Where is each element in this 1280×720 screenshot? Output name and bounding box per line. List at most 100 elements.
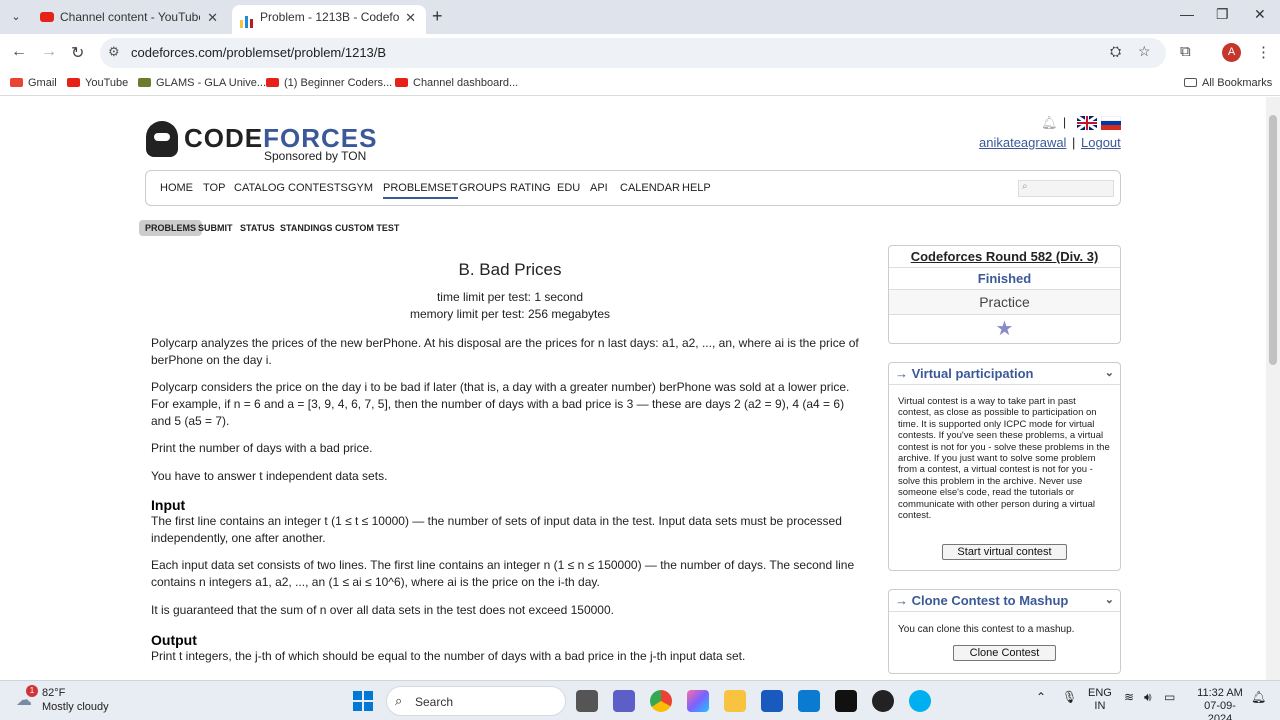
submenu-status[interactable]: STATUS [240, 223, 275, 233]
microphone-icon[interactable]: 🎙︎ [1062, 691, 1077, 704]
clone-contest-button[interactable]: Clone Contest [953, 645, 1056, 661]
forward-icon[interactable]: → [41, 43, 57, 61]
chevron-down-icon[interactable]: ⌄ [1105, 363, 1114, 384]
site-search-input[interactable]: ⌕ [1018, 180, 1114, 197]
bookmark-glams[interactable]: GLAMS - GLA Unive... [138, 77, 266, 89]
close-tab-icon[interactable]: ✕ [405, 5, 416, 30]
maximize-icon[interactable]: ❐ [1216, 6, 1229, 23]
input-section-title: Input [151, 497, 186, 513]
bookmark-star-icon[interactable]: ☆ [1138, 43, 1151, 60]
reload-icon[interactable]: ↻ [71, 43, 84, 63]
notification-bell-icon[interactable]: 🔔︎ [1251, 691, 1266, 704]
tab-codeforces-problem[interactable]: Problem - 1213B - Codeforces ✕ [232, 5, 426, 34]
menu-catalog[interactable]: CATALOG [234, 182, 285, 194]
logout-link[interactable]: Logout [1081, 135, 1121, 150]
menu-contests[interactable]: CONTESTS [288, 182, 348, 194]
intellij-icon[interactable] [835, 690, 857, 712]
bookmark-channel-dashboard[interactable]: Channel dashboard... [395, 77, 518, 89]
tab-youtube-studio[interactable]: Channel content - YouTube Studio ✕ [32, 5, 228, 34]
github-icon[interactable] [872, 690, 894, 712]
start-virtual-contest-button[interactable]: Start virtual contest [942, 544, 1067, 560]
vscode-icon[interactable] [798, 690, 820, 712]
menu-gym[interactable]: GYM [348, 182, 373, 194]
back-icon[interactable]: ← [11, 43, 27, 61]
page-scrollbar[interactable] [1266, 97, 1280, 680]
windows-taskbar: ☁ 1 82°F Mostly cloudy ⌕ Search ⌃ 🎙︎ ENG… [0, 680, 1280, 720]
weather-desc: Mostly cloudy [42, 701, 109, 713]
output-section-title: Output [151, 632, 197, 648]
bookmark-beginner-coders[interactable]: (1) Beginner Coders... [266, 77, 392, 89]
contest-mode: Practice [889, 290, 1120, 315]
tray-chevron-up-icon[interactable]: ⌃ [1036, 691, 1046, 704]
scrollbar-thumb[interactable] [1269, 115, 1277, 365]
menu-edu[interactable]: EDU [557, 182, 580, 194]
word-icon[interactable] [761, 690, 783, 712]
menu-calendar[interactable]: CALENDAR [620, 182, 680, 194]
russian-flag-icon[interactable] [1100, 115, 1122, 130]
input-paragraph-1: The first line contains an integer t (1 … [151, 514, 842, 545]
main-menu: HOME TOP CATALOG CONTESTS GYM PROBLEMSET… [145, 170, 1121, 206]
english-flag-icon[interactable] [1076, 114, 1098, 132]
clock[interactable]: 11:32 AM 07-09-2024 [1194, 687, 1246, 720]
bookmark-gmail[interactable]: Gmail [10, 77, 57, 89]
wifi-icon[interactable]: ≋ [1124, 691, 1134, 704]
weather-temp: 82°F [42, 687, 66, 699]
favourite-star-icon[interactable]: ★ [889, 315, 1120, 343]
clone-contest-header[interactable]: → Clone Contest to Mashup ⌄ [889, 590, 1120, 612]
codeforces-page: CODEFORCES Sponsored by TON 🔔︎ | anikate… [0, 97, 1280, 680]
menu-rating[interactable]: RATING [510, 182, 551, 194]
contest-status: Finished [889, 268, 1120, 290]
submenu-standings[interactable]: STANDINGS [280, 223, 332, 233]
menu-kebab-icon[interactable]: ⋮ [1256, 43, 1271, 61]
task-view-icon[interactable] [576, 690, 598, 712]
menu-home[interactable]: HOME [160, 182, 193, 194]
menu-groups[interactable]: GROUPS [459, 182, 507, 194]
contest-info-box: Codeforces Round 582 (Div. 3) Finished P… [888, 245, 1121, 344]
menu-problemset[interactable]: PROBLEMSET [383, 182, 459, 199]
close-tab-icon[interactable]: ✕ [207, 5, 218, 30]
contest-name-link[interactable]: Codeforces Round 582 (Div. 3) [889, 246, 1120, 268]
file-explorer-icon[interactable] [724, 690, 746, 712]
codeforces-logo-icon[interactable] [146, 121, 178, 157]
time-limit: time limit per test: 1 second [436, 290, 584, 304]
language-indicator[interactable]: ENG IN [1088, 687, 1112, 713]
submenu-custom-test[interactable]: CUSTOM TEST [335, 223, 399, 233]
new-tab-icon[interactable]: + [432, 6, 443, 27]
copilot-icon[interactable] [687, 690, 709, 712]
skype-icon[interactable] [909, 690, 931, 712]
notification-bell-icon[interactable]: 🔔︎ [1041, 115, 1058, 131]
windows-start-icon[interactable] [352, 690, 374, 712]
codeforces-bars-icon [240, 12, 254, 28]
clone-contest-text: You can clone this contest to a mashup. [898, 624, 1075, 635]
menu-api[interactable]: API [590, 182, 608, 194]
profile-avatar[interactable]: A [1222, 43, 1241, 62]
menu-top[interactable]: TOP [203, 182, 225, 194]
submenu-problems[interactable]: PROBLEMS [139, 220, 203, 236]
extensions-icon[interactable]: ⧉ [1180, 43, 1191, 60]
close-window-icon[interactable]: ✕ [1254, 6, 1266, 23]
tab-title: Channel content - YouTube Studio [60, 10, 200, 24]
translate-icon[interactable]: ⛭ [1110, 43, 1121, 60]
volume-icon[interactable]: 🔊︎ [1144, 691, 1152, 704]
chrome-icon[interactable] [650, 690, 672, 712]
taskbar-search-box[interactable]: ⌕ Search [386, 686, 566, 716]
virtual-participation-header[interactable]: → Virtual participation ⌄ [889, 363, 1120, 385]
url-text[interactable]: codeforces.com/problemset/problem/1213/B [131, 45, 386, 60]
all-bookmarks[interactable]: All Bookmarks [1184, 77, 1272, 89]
tab-title: Problem - 1213B - Codeforces [260, 10, 400, 24]
bookmarks-bar: Gmail YouTube GLAMS - GLA Unive... (1) B… [0, 72, 1280, 96]
battery-icon[interactable]: ▭ [1164, 691, 1175, 704]
site-info-icon[interactable]: ⚙ [108, 44, 120, 60]
menu-help[interactable]: HELP [682, 182, 711, 194]
teams-icon[interactable] [613, 690, 635, 712]
omnibox[interactable]: ⚙ codeforces.com/problemset/problem/1213… [100, 38, 1166, 68]
input-paragraph-2: Each input data set consists of two line… [151, 558, 855, 589]
minimize-icon[interactable]: — [1180, 6, 1194, 22]
tab-search-chevron-icon[interactable]: ⌄ [6, 8, 26, 26]
bookmark-youtube[interactable]: YouTube [67, 77, 128, 89]
output-paragraph-1: Print t integers, the j-th of which shou… [151, 649, 746, 663]
chevron-down-icon[interactable]: ⌄ [1105, 590, 1114, 611]
youtube-icon [395, 78, 408, 87]
username-link[interactable]: anikateagrawal [979, 135, 1066, 150]
submenu-submit[interactable]: SUBMIT [198, 223, 233, 233]
